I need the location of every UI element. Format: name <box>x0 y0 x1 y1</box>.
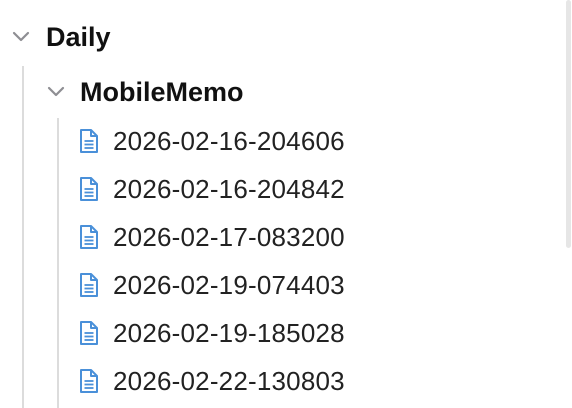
document-icon <box>78 320 100 346</box>
file-label: 2026-02-19-074403 <box>113 270 345 300</box>
folder-label: Daily <box>46 22 111 52</box>
tree-file-item[interactable]: 2026-02-17-083200 <box>0 215 500 259</box>
tree-folder-mobilememo[interactable]: MobileMemo <box>0 70 520 114</box>
folder-label: MobileMemo <box>80 77 244 107</box>
document-icon <box>78 272 100 298</box>
tree-file-item[interactable]: 2026-02-22-130803 <box>0 359 500 403</box>
file-label: 2026-02-16-204606 <box>113 126 345 156</box>
tree-file-item[interactable]: 2026-02-19-185028 <box>0 311 500 355</box>
file-label: 2026-02-17-083200 <box>113 222 345 252</box>
document-icon <box>78 224 100 250</box>
tree-folder-daily[interactable]: Daily <box>0 15 560 59</box>
chevron-down-icon[interactable] <box>10 26 32 48</box>
document-icon <box>78 176 100 202</box>
chevron-down-icon[interactable] <box>45 81 67 103</box>
file-label: 2026-02-22-130803 <box>113 366 345 396</box>
document-icon <box>78 368 100 394</box>
tree-file-item[interactable]: 2026-02-16-204842 <box>0 167 500 211</box>
tree-file-item[interactable]: 2026-02-16-204606 <box>0 119 500 163</box>
tree-file-item[interactable]: 2026-02-19-074403 <box>0 263 500 307</box>
scrollbar-thumb[interactable] <box>566 0 571 248</box>
file-label: 2026-02-19-185028 <box>113 318 345 348</box>
file-tree: Daily MobileMemo 2026-02-16-204606 2026-… <box>0 0 572 408</box>
file-label: 2026-02-16-204842 <box>113 174 345 204</box>
document-icon <box>78 128 100 154</box>
